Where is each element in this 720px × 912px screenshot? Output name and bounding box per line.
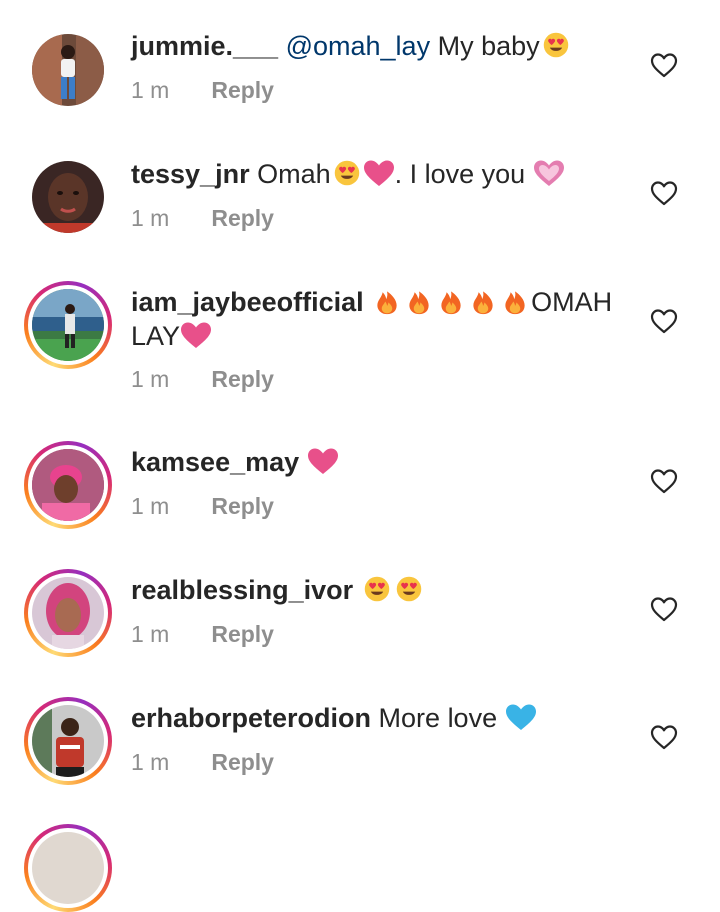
pink-heart-emoji xyxy=(363,159,395,187)
heart-outline-icon[interactable] xyxy=(650,308,678,334)
heart-eyes-emoji xyxy=(540,31,572,59)
reply-button[interactable]: Reply xyxy=(211,204,274,232)
mention-link[interactable]: @omah_lay xyxy=(286,31,430,61)
comment-body-2: LAY xyxy=(131,321,181,351)
heart-outline-icon[interactable] xyxy=(650,180,678,206)
username[interactable]: kamsee_may xyxy=(131,447,299,477)
heart-outline-icon[interactable] xyxy=(650,724,678,750)
comment-meta: 1 m Reply xyxy=(131,620,274,648)
avatar-image xyxy=(32,832,104,904)
comment-body: Omah xyxy=(257,159,331,189)
comment-body: More love xyxy=(378,703,498,733)
avatar-image xyxy=(32,289,104,361)
timestamp: 1 m xyxy=(131,621,170,647)
username[interactable]: iam_jaybeeofficial xyxy=(131,287,364,317)
avatar[interactable] xyxy=(24,697,112,785)
timestamp: 1 m xyxy=(131,366,170,392)
comment-meta: 1 m Reply xyxy=(131,204,274,232)
comment-text: tessy_jnr Omah . I love you xyxy=(131,157,631,191)
comment-body: My baby xyxy=(437,31,540,61)
comment-meta: 1 m Reply xyxy=(131,748,274,776)
avatar[interactable] xyxy=(24,824,112,912)
comment-text: erhaborpeterodion More love xyxy=(131,701,631,735)
username[interactable]: jummie.___ xyxy=(131,31,278,61)
username[interactable]: realblessing_ivor xyxy=(131,575,353,605)
avatar[interactable] xyxy=(24,153,112,241)
pink-heart-emoji xyxy=(180,321,212,349)
heart-eyes-emoji xyxy=(393,575,425,603)
avatar[interactable] xyxy=(24,26,112,114)
avatar[interactable] xyxy=(24,569,112,657)
heart-outline-icon[interactable] xyxy=(650,52,678,78)
avatar[interactable] xyxy=(24,281,112,369)
username[interactable]: tessy_jnr xyxy=(131,159,250,189)
comment-meta: 1 m Reply xyxy=(131,365,274,393)
comment-text: jummie.___ @omah_lay My baby xyxy=(131,29,631,63)
fire-emoji xyxy=(371,287,403,315)
comment-text: realblessing_ivor xyxy=(131,573,631,607)
heart-eyes-emoji xyxy=(331,159,363,187)
comment-meta: 1 m Reply xyxy=(131,492,274,520)
heart-outline-icon[interactable] xyxy=(650,468,678,494)
blue-heart-emoji xyxy=(505,703,537,731)
comment-body-2: . I love you xyxy=(394,159,526,189)
pink-heart-emoji xyxy=(307,447,339,475)
avatar-image xyxy=(32,161,104,233)
avatar-image xyxy=(32,577,104,649)
fire-emoji xyxy=(403,287,435,315)
sparkling-heart-emoji xyxy=(533,159,565,187)
avatar-image xyxy=(32,34,104,106)
fire-emoji xyxy=(435,287,467,315)
reply-button[interactable]: Reply xyxy=(211,76,274,104)
reply-button[interactable]: Reply xyxy=(211,492,274,520)
timestamp: 1 m xyxy=(131,749,170,775)
reply-button[interactable]: Reply xyxy=(211,748,274,776)
heart-eyes-emoji xyxy=(361,575,393,603)
heart-outline-icon[interactable] xyxy=(650,596,678,622)
timestamp: 1 m xyxy=(131,77,170,103)
comment-text: iam_jaybeeofficial OMAH LAY xyxy=(131,285,631,353)
avatar-image xyxy=(32,705,104,777)
username[interactable]: erhaborpeterodion xyxy=(131,703,371,733)
comment-body: OMAH xyxy=(531,287,613,317)
timestamp: 1 m xyxy=(131,205,170,231)
reply-button[interactable]: Reply xyxy=(211,365,274,393)
fire-emoji xyxy=(467,287,499,315)
timestamp: 1 m xyxy=(131,493,170,519)
avatar[interactable] xyxy=(24,441,112,529)
comment-meta: 1 m Reply xyxy=(131,76,274,104)
reply-button[interactable]: Reply xyxy=(211,620,274,648)
avatar-image xyxy=(32,449,104,521)
comment-text: kamsee_may xyxy=(131,445,631,479)
fire-emoji xyxy=(499,287,531,315)
